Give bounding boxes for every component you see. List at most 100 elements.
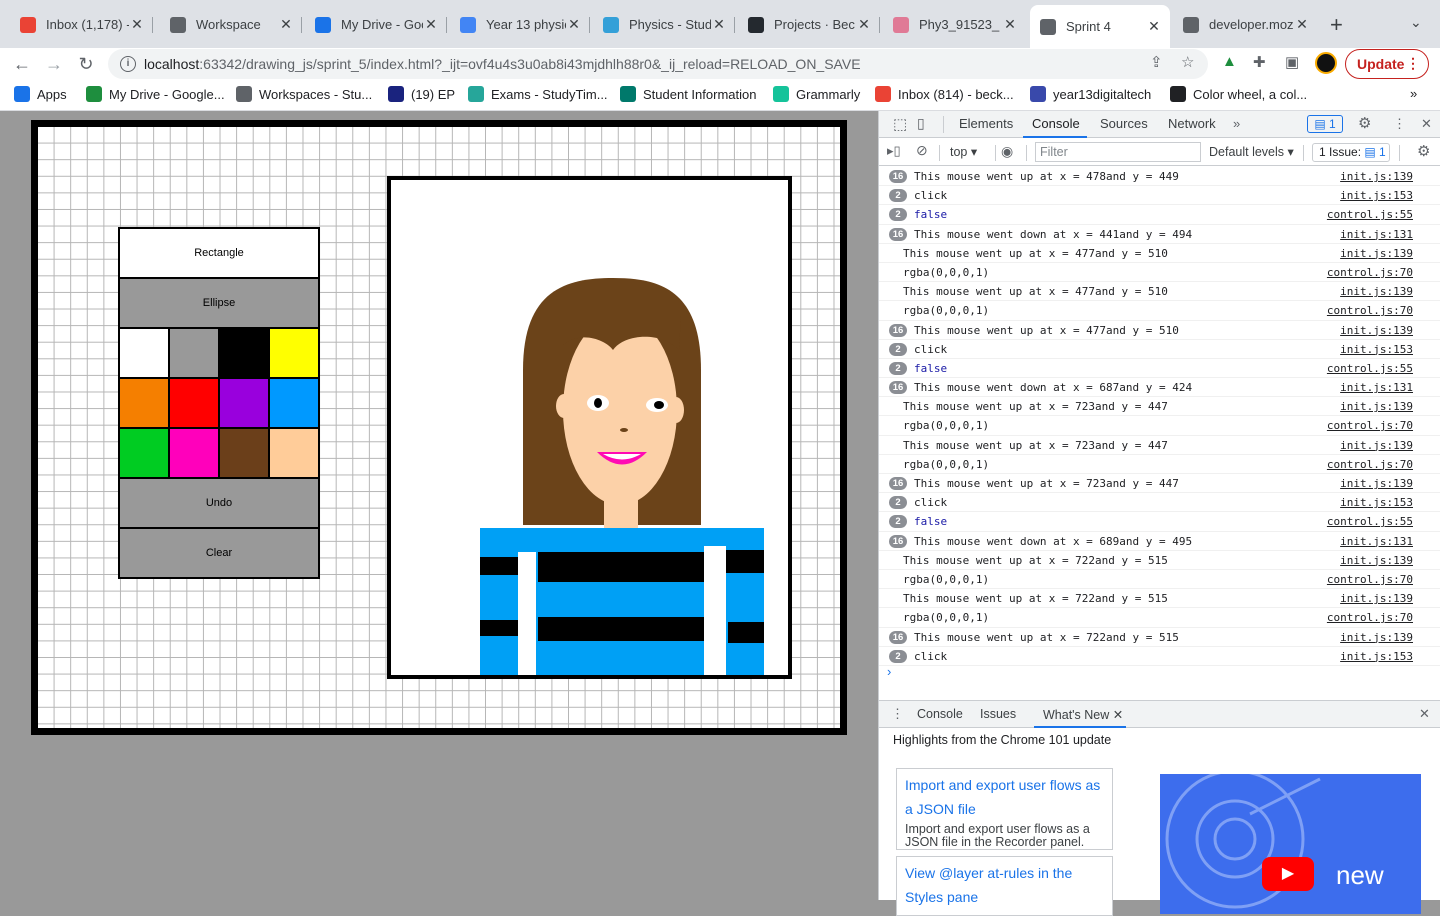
bookmark-item[interactable]: Student Information [620, 86, 756, 102]
bookmark-item[interactable]: year13digitaltech [1030, 86, 1151, 102]
close-tab-icon[interactable]: ✕ [1002, 16, 1018, 33]
source-link[interactable]: init.js:139 [1340, 628, 1413, 647]
source-link[interactable]: init.js:131 [1340, 225, 1413, 244]
close-tab-icon[interactable]: ✕ [278, 16, 294, 33]
source-link[interactable]: init.js:153 [1340, 340, 1413, 359]
close-tab-icon[interactable]: ✕ [129, 16, 145, 33]
bookmark-item[interactable]: Apps [14, 86, 67, 102]
whats-new-card[interactable]: Import and export user flows as a JSON f… [896, 768, 1113, 850]
console-message[interactable]: rgba(0,0,0,1) control.js:70 [879, 263, 1440, 283]
device-toolbar-icon[interactable]: ▯ [917, 115, 925, 132]
source-link[interactable]: control.js:70 [1327, 301, 1413, 320]
bookmark-item[interactable]: Workspaces - Stu... [236, 86, 372, 102]
console-message[interactable]: rgba(0,0,0,1) control.js:70 [879, 455, 1440, 474]
context-selector[interactable]: top ▾ [950, 144, 977, 159]
source-link[interactable]: init.js:131 [1340, 378, 1413, 397]
browser-tab[interactable]: My Drive - Goo ✕ [305, 9, 447, 40]
source-link[interactable]: control.js:55 [1327, 359, 1413, 378]
whats-new-card[interactable]: View @layer at-rules in the Styles pane [896, 856, 1113, 916]
console-message[interactable]: 2 false control.js:55 [879, 205, 1440, 225]
color-swatch[interactable] [120, 329, 168, 377]
source-link[interactable]: control.js:70 [1327, 570, 1413, 589]
source-link[interactable]: init.js:139 [1340, 589, 1413, 608]
source-link[interactable]: control.js:70 [1327, 263, 1413, 282]
source-link[interactable]: init.js:139 [1340, 282, 1413, 301]
drawing-canvas[interactable]: Rectangle Ellipse Undo Clear [31, 120, 847, 735]
tab-network[interactable]: Network [1168, 116, 1216, 131]
profile-avatar[interactable] [1315, 52, 1337, 74]
live-expression-eye-icon[interactable]: ◉ [1001, 143, 1013, 160]
clear-button[interactable]: Clear [120, 529, 318, 577]
devtools-menu-icon[interactable]: ⋮ [1393, 116, 1406, 132]
bookmark-item[interactable]: (19) EP [388, 86, 455, 102]
more-tabs-icon[interactable]: » [1233, 116, 1240, 131]
close-tab-icon[interactable]: ✕ [1146, 18, 1162, 35]
console-message[interactable]: rgba(0,0,0,1) control.js:70 [879, 608, 1440, 628]
source-link[interactable]: init.js:139 [1340, 474, 1413, 493]
browser-tab[interactable]: Workspace ✕ [160, 9, 302, 40]
drive-extension-icon[interactable]: ▲ [1222, 53, 1237, 70]
undo-button[interactable]: Undo [120, 479, 318, 527]
color-swatch[interactable] [270, 329, 318, 377]
source-link[interactable]: init.js:153 [1340, 647, 1413, 666]
console-message[interactable]: 16 This mouse went down at x = 689and y =… [879, 532, 1440, 551]
console-message[interactable]: rgba(0,0,0,1) control.js:70 [879, 301, 1440, 321]
bookmark-item[interactable]: Grammarly [773, 86, 860, 102]
console-message[interactable]: 2 false control.js:55 [879, 359, 1440, 379]
bookmark-item[interactable]: My Drive - Google... [86, 86, 225, 102]
bookmark-star-icon[interactable]: ☆ [1181, 53, 1194, 71]
drawing-frame[interactable] [387, 176, 792, 679]
console-message[interactable]: rgba(0,0,0,1) control.js:70 [879, 416, 1440, 436]
color-swatch[interactable] [220, 329, 268, 377]
bookmark-item[interactable]: Inbox (814) - beck... [875, 86, 1014, 102]
url-text[interactable]: localhost:63342/drawing_js/sprint_5/inde… [144, 56, 861, 72]
drawer-tab-issues[interactable]: Issues [980, 707, 1016, 721]
whats-new-video-thumbnail[interactable]: ▶ new [1160, 774, 1421, 914]
console-message[interactable]: 2 false control.js:55 [879, 512, 1440, 532]
console-message[interactable]: 2 click init.js:153 [879, 186, 1440, 206]
site-info-icon[interactable]: i [120, 56, 136, 72]
source-link[interactable]: init.js:131 [1340, 532, 1413, 551]
color-swatch[interactable] [120, 429, 168, 477]
close-drawer-icon[interactable]: ✕ [1419, 706, 1430, 722]
tab-sources[interactable]: Sources [1100, 116, 1148, 131]
drawer-tab-console[interactable]: Console [917, 707, 963, 721]
source-link[interactable]: init.js:139 [1340, 436, 1413, 455]
source-link[interactable]: init.js:139 [1340, 244, 1413, 263]
card-title[interactable]: View @layer at-rules in the Styles pane [905, 861, 1104, 909]
browser-tab[interactable]: Physics - Stud ✕ [593, 9, 735, 40]
source-link[interactable]: init.js:153 [1340, 186, 1413, 205]
close-tab-icon[interactable]: ✕ [856, 16, 872, 33]
color-swatch[interactable] [170, 379, 218, 427]
browser-tab[interactable]: Projects · Bec ✕ [738, 9, 880, 40]
source-link[interactable]: control.js:55 [1327, 205, 1413, 224]
console-message[interactable]: 2 click init.js:153 [879, 493, 1440, 513]
console-filter-input[interactable]: Filter [1035, 142, 1201, 162]
source-link[interactable]: init.js:139 [1340, 167, 1413, 186]
source-link[interactable]: control.js:70 [1327, 416, 1413, 435]
color-swatch[interactable] [170, 429, 218, 477]
console-message[interactable]: This mouse went up at x = 477and y = 510… [879, 282, 1440, 302]
card-title[interactable]: Import and export user flows as a JSON f… [905, 773, 1104, 821]
drawer-tab-whats-new[interactable]: What's New ✕ [1043, 707, 1123, 722]
color-swatch[interactable] [220, 379, 268, 427]
close-tab-icon[interactable]: ✕ [566, 16, 582, 33]
tab-search-chevron-icon[interactable]: ⌄ [1410, 14, 1422, 31]
color-swatch[interactable] [270, 379, 318, 427]
browser-tab[interactable]: Sprint 4 ✕ [1030, 5, 1170, 48]
new-tab-icon[interactable]: + [1330, 12, 1343, 38]
browser-tab[interactable]: Inbox (1,178) - ✕ [10, 9, 153, 40]
bookmark-item[interactable]: Exams - StudyTim... [468, 86, 608, 102]
clear-console-icon[interactable]: ⊘ [916, 142, 928, 159]
color-swatch[interactable] [120, 379, 168, 427]
drawer-menu-icon[interactable]: ⋮ [891, 706, 904, 722]
youtube-play-icon[interactable]: ▶ [1262, 857, 1314, 891]
console-message[interactable]: This mouse went up at x = 722and y = 515… [879, 551, 1440, 570]
menu-dots-icon[interactable]: ⋮ [1406, 55, 1420, 72]
rectangle-button[interactable]: Rectangle [120, 229, 318, 277]
console-message[interactable]: 16 This mouse went down at x = 687and y =… [879, 378, 1440, 398]
console-message[interactable]: 16 This mouse went up at x = 478and y = 4… [879, 167, 1440, 187]
source-link[interactable]: init.js:139 [1340, 397, 1413, 416]
ellipse-button[interactable]: Ellipse [120, 279, 318, 327]
side-panel-icon[interactable]: ▣ [1285, 53, 1299, 71]
